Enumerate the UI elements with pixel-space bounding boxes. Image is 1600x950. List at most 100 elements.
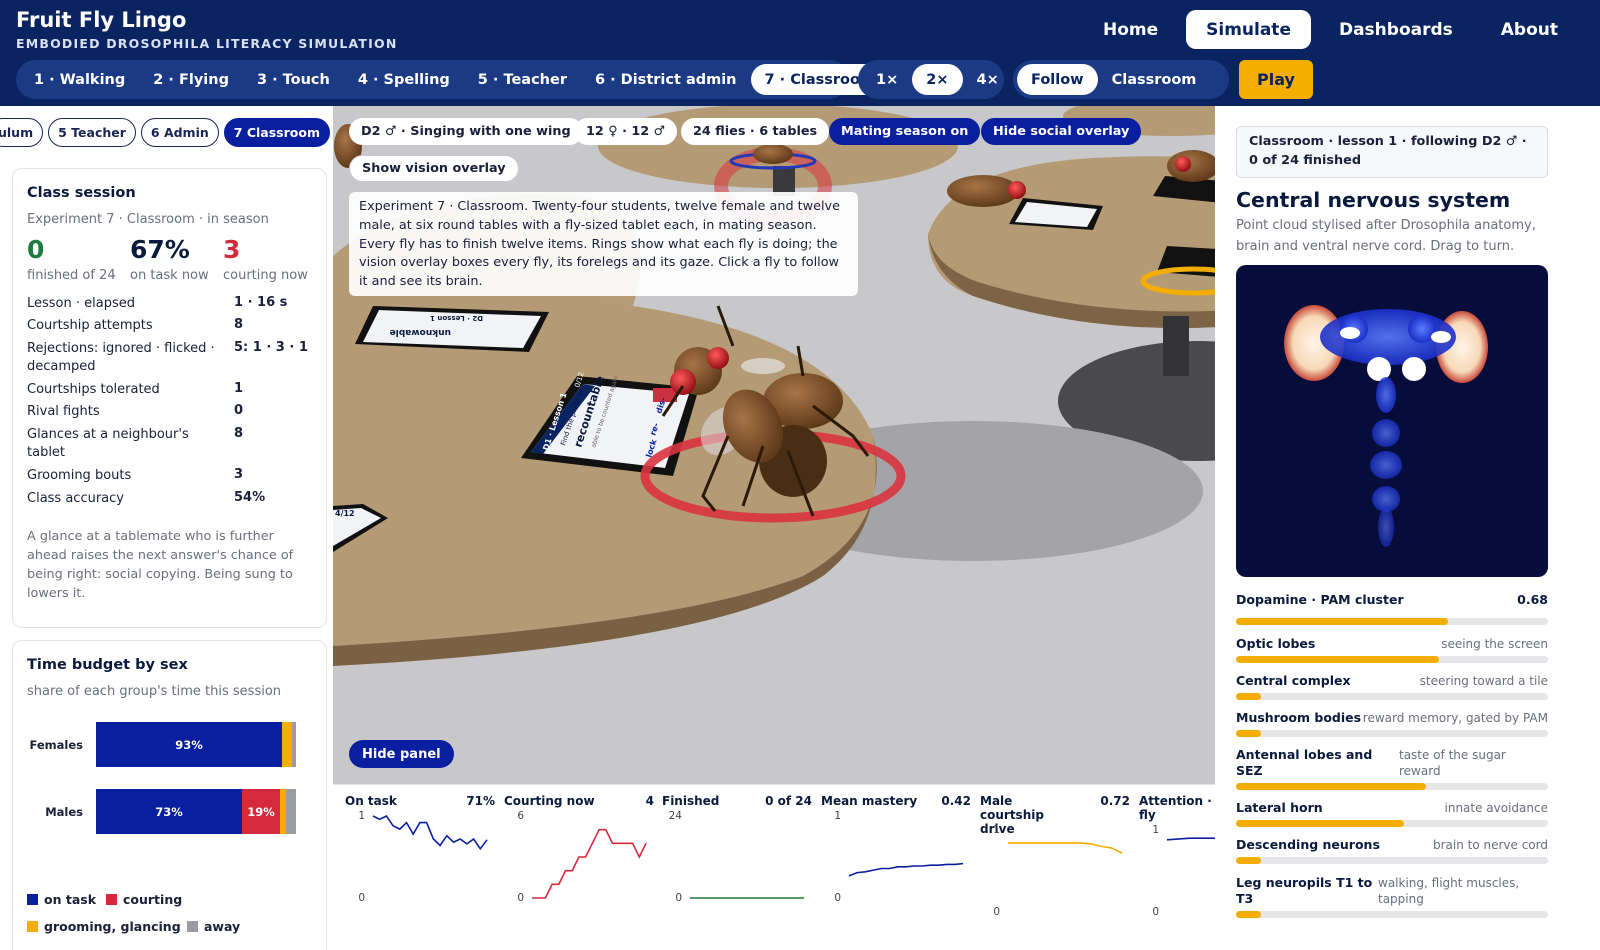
courting-count: 3 [223,235,241,264]
dopamine-value: 0.68 [1517,592,1548,607]
social-overlay-toggle[interactable]: Hide social overlay [981,118,1142,145]
brain-title: Central nervous system [1236,188,1511,212]
speed-4x[interactable]: 4× [963,64,1013,95]
sparkline-mastery: Mean mastery 0.42 1 0 [821,785,971,950]
leg-neuropil-t1 [1372,419,1400,447]
fly-body [753,144,793,164]
sparkline-courtship-drive: Male courtship drive 0.72 1 0 [980,785,1130,950]
left-panel: ulum 5 Teacher 6 Admin 7 Classroom Class… [0,106,333,950]
sparkline-series [372,814,488,851]
experiment-selector: 1 · Walking 2 · Flying 3 · Touch 4 · Spe… [16,60,890,99]
stat-value: 1 · 16 s [234,295,288,310]
sparkline-plot [372,814,488,851]
brain-point-cloud-render[interactable] [1236,265,1548,577]
app-header: Fruit Fly Lingo EMBODIED DROSOPHILA LITE… [0,0,1600,106]
nav-home[interactable]: Home [1083,10,1178,49]
vision-overlay-toggle[interactable]: Show vision overlay [349,155,519,182]
time-budget-card: Time budget by sex share of each group's… [12,640,327,950]
play-button[interactable]: Play [1239,60,1313,99]
app-title: Fruit Fly Lingo [16,8,187,32]
nav-dashboards[interactable]: Dashboards [1319,10,1473,49]
speed-2x[interactable]: 2× [912,64,963,95]
top-nav: Home Simulate Dashboards About [1083,10,1578,49]
lateral-horn-left [1340,327,1360,339]
experiment-tab-touch[interactable]: 3 · Touch [243,64,344,95]
males-courting-segment: 19% [242,789,280,834]
fly-wing [741,358,785,374]
dopamine-label: Dopamine · PAM cluster [1236,592,1404,607]
region-fill [1236,656,1439,663]
region-name: Optic lobes [1236,636,1316,651]
sparkline-series [848,862,964,877]
females-grooming-segment [282,722,292,767]
on-task-label: on task now [130,268,209,283]
males-on-task-segment: 73% [96,789,242,834]
follow-status: Classroom · lesson 1 · following D2 ♂ · … [1236,126,1548,178]
legend-swatch [106,894,117,905]
shortcut-tab-teacher[interactable]: 5 Teacher [48,118,136,147]
females-on-task-segment: 93% [96,722,282,767]
legend-text: away [204,919,241,934]
brain-subtitle: Point cloud stylised after Drosophila an… [1236,218,1536,254]
mating-season-toggle[interactable]: Mating season on [829,118,981,145]
stat-value: 3 [234,467,244,482]
region-track [1236,730,1548,737]
nav-about[interactable]: About [1481,10,1578,49]
background-fly[interactable] [753,144,793,164]
lateral-horn-right [1431,331,1451,343]
brain-point-cloud[interactable] [1236,265,1548,577]
fly-eye [1175,156,1191,172]
region-description: innate avoidance [1444,801,1549,815]
experiment-tab-walking[interactable]: 1 · Walking [20,64,139,95]
camera-follow[interactable]: Follow [1017,64,1098,95]
experiment-tab-district-admin[interactable]: 6 · District admin [581,64,751,95]
region-name: Antennal lobes and SEZ [1236,747,1373,778]
tablet-d2[interactable]: unknowable D2 · Lesson 1 [355,306,549,352]
region-name: Central complex [1236,673,1351,688]
males-label: Males [45,805,83,819]
shortcut-tab-curriculum[interactable]: ulum [0,118,44,147]
leg-neuropil-t2 [1370,451,1402,479]
region-track [1236,693,1548,700]
camera-classroom[interactable]: Classroom [1098,64,1211,95]
stat-value: 8 [234,426,244,441]
class-session-subtitle: Experiment 7 · Classroom · in season [27,212,269,227]
nav-simulate[interactable]: Simulate [1186,10,1311,49]
region-description: brain to nerve cord [1432,838,1548,852]
on-task-percent: 67% [130,235,190,264]
dopamine-track [1236,618,1548,625]
fly-eye [1008,181,1026,199]
sparkline-attention: Attention · fo fly 1 0 [1139,785,1215,950]
speed-1x[interactable]: 1× [862,64,912,95]
stat-label: Grooming bouts [27,468,132,483]
region-track [1236,656,1548,663]
legend-swatch [27,894,38,905]
shortcut-tab-classroom[interactable]: 7 Classroom [223,118,330,147]
stat-label: Glances at a neighbour's tablet [27,427,189,460]
abdominal-ganglion [1378,507,1394,547]
stat-value: 0 [234,403,244,418]
region-track [1236,911,1548,918]
stat-value: 54% [234,490,266,505]
fly-eye [670,369,696,395]
hide-panel-button[interactable]: Hide panel [349,740,454,768]
stat-value: 5: 1 · 3 · 1 [234,340,308,355]
tablet-count: 4/12 [335,509,355,518]
region-name: Leg neuropils T1 to T3 [1236,875,1373,906]
stat-label: Rival fights [27,404,100,419]
brain-panel: Classroom · lesson 1 · following D2 ♂ · … [1215,106,1600,950]
region-name: Lateral horn [1236,800,1323,815]
classroom-scene[interactable]: unknowable D2 · Lesson 1 D1 · Lesson 1 F… [333,106,1215,784]
legend-text: on task [44,892,97,907]
legend-text: courting [123,892,183,907]
descending-neurons [1376,377,1396,413]
experiment-tab-teacher[interactable]: 5 · Teacher [464,64,581,95]
dopamine-fill [1236,618,1449,625]
region-track [1236,820,1548,827]
experiment-tab-spelling[interactable]: 4 · Spelling [344,64,464,95]
region-description: steering toward a tile [1419,674,1548,688]
experiment-tab-flying[interactable]: 2 · Flying [139,64,243,95]
tablet-word: unknowable [390,327,451,337]
shortcut-tab-admin[interactable]: 6 Admin [140,118,219,147]
stat-label: Rejections: ignored · flicked · decamped [27,341,215,374]
